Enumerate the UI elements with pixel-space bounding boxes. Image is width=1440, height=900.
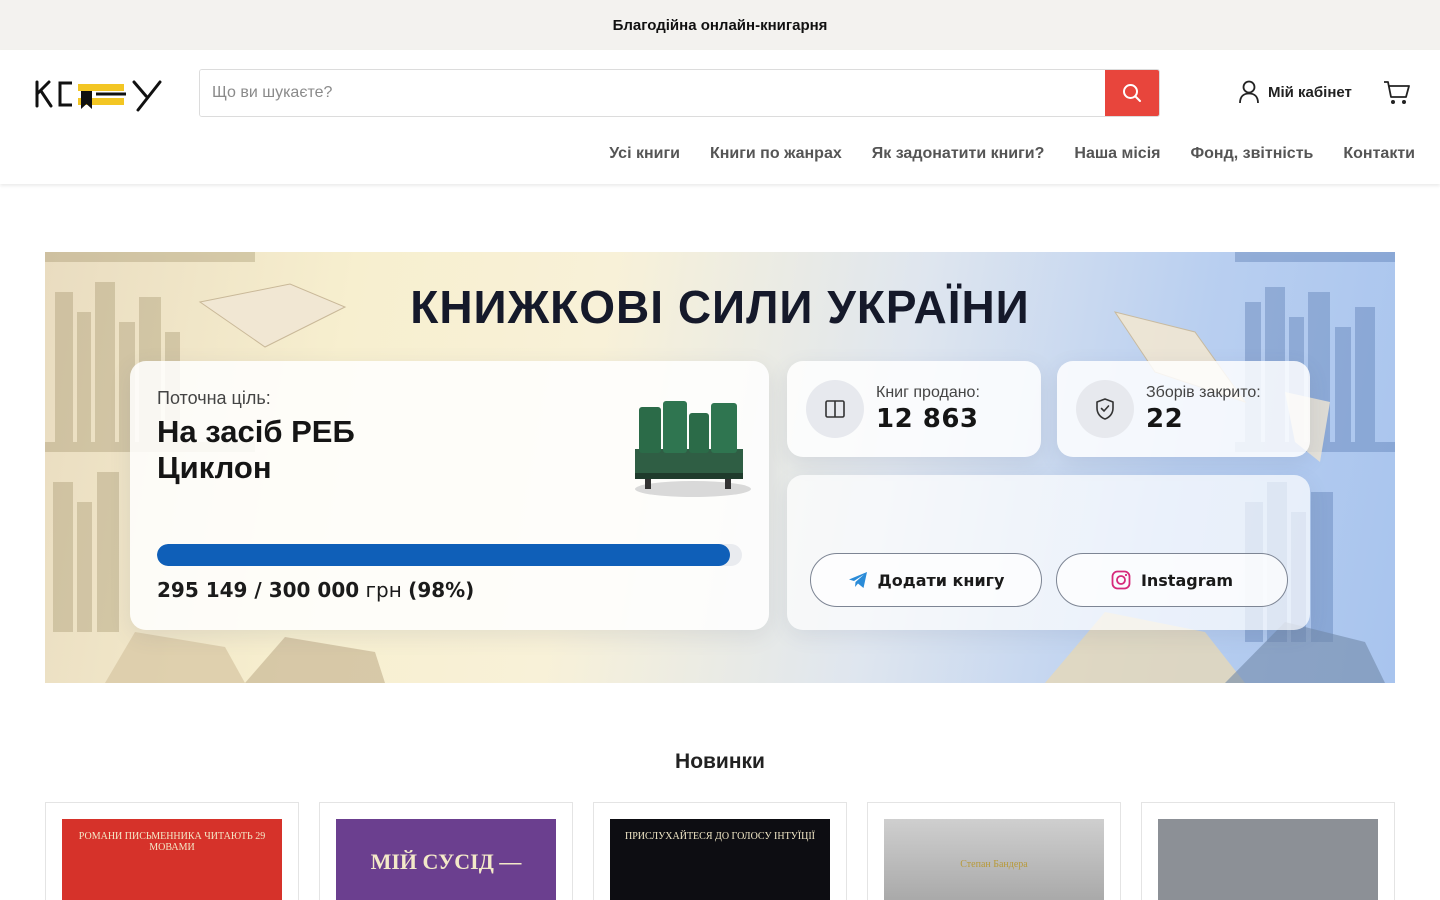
cover-text: Степан Бандера [960, 859, 1028, 870]
goal-raised: 295 149 [157, 578, 248, 602]
cart-button[interactable] [1383, 80, 1411, 111]
reb-device-image [635, 401, 751, 497]
collections-closed-card: Зборів закрито: 22 [1057, 361, 1310, 457]
product-grid: РОМАНИ ПИСЬМЕННИКА ЧИТАЮТЬ 29 МОВАМИ МІЙ … [45, 802, 1395, 900]
site-logo[interactable] [34, 74, 166, 114]
goal-progress-fill [157, 544, 731, 566]
main-nav: Усі книги Книги по жанрах Як задонатити … [609, 145, 1415, 163]
books-sold-card: Книг продано: 12 863 [787, 361, 1041, 457]
new-arrivals-title: Новинки [675, 750, 765, 773]
stat-value: 12 863 [876, 404, 979, 434]
nav-item-donate-books[interactable]: Як задонатити книги? [872, 145, 1045, 163]
account-label: Мій кабінет [1268, 83, 1352, 101]
stat-label: Книг продано: [876, 384, 980, 401]
nav-item-genres[interactable]: Книги по жанрах [710, 145, 842, 163]
site-header: Мій кабінет Усі книги Книги по жанрах Як… [0, 50, 1440, 184]
nav-item-fund-reports[interactable]: Фонд, звітність [1190, 145, 1313, 163]
book-cover-image: ПРИСЛУХАЙТЕСЯ ДО ГОЛОСУ ІНТУЇЦІЇ [610, 819, 830, 900]
product-card[interactable]: МІЙ СУСІД — [319, 802, 573, 900]
announcement-bar: Благодійна онлайн-книгарня [0, 0, 1440, 50]
book-cover-image [1158, 819, 1378, 900]
goal-target: 300 000 [268, 578, 360, 602]
search-bar [199, 69, 1160, 117]
user-icon [1239, 80, 1259, 104]
product-card[interactable]: РОМАНИ ПИСЬМЕННИКА ЧИТАЮТЬ 29 МОВАМИ [45, 802, 299, 900]
goal-label: Поточна ціль: [157, 388, 271, 408]
cart-icon [1384, 81, 1410, 104]
book-icon [806, 380, 864, 438]
current-goal-card: Поточна ціль: На засіб РЕБ Циклон 295 14… [130, 361, 769, 630]
hero-banner: КНИЖКОВІ СИЛИ УКРАЇНИ Поточна ціль: На з… [45, 252, 1395, 683]
book-cover-image: МІЙ СУСІД — [336, 819, 556, 900]
goal-name: На засіб РЕБ Циклон [157, 414, 355, 485]
add-book-label: Додати книгу [877, 570, 1005, 590]
goal-currency: грн [365, 578, 402, 602]
announcement-text: Благодійна онлайн-книгарня [612, 16, 828, 34]
shield-check-icon [1076, 380, 1134, 438]
account-link[interactable]: Мій кабінет [1238, 80, 1352, 104]
nav-item-all-books[interactable]: Усі книги [609, 145, 680, 163]
search-button[interactable] [1105, 70, 1159, 116]
instagram-label: Instagram [1140, 570, 1234, 590]
instagram-icon [1111, 570, 1131, 590]
book-cover-image: Степан Бандера [884, 819, 1104, 900]
product-card[interactable]: ПРИСЛУХАЙТЕСЯ ДО ГОЛОСУ ІНТУЇЦІЇ [593, 802, 847, 900]
product-card[interactable] [1141, 802, 1395, 900]
nav-item-mission[interactable]: Наша місія [1074, 145, 1160, 163]
goal-percent: (98%) [408, 578, 475, 602]
product-card[interactable]: Степан Бандера [867, 802, 1121, 900]
instagram-button[interactable]: Instagram [1056, 553, 1288, 607]
cover-text: РОМАНИ ПИСЬМЕННИКА ЧИТАЮТЬ 29 МОВАМИ [78, 831, 266, 853]
cover-text: ПРИСЛУХАЙТЕСЯ ДО ГОЛОСУ ІНТУЇЦІЇ [624, 831, 815, 842]
nav-item-contacts[interactable]: Контакти [1343, 145, 1415, 163]
search-input[interactable] [200, 70, 1105, 116]
hero-title: КНИЖКОВІ СИЛИ УКРАЇНИ [410, 281, 1030, 333]
goal-amount: 295 149 / 300 000 грн (98%) [157, 578, 475, 602]
action-card: Додати книгу Instagram [787, 475, 1310, 630]
goal-progress-bar [157, 544, 742, 566]
search-icon [1123, 84, 1141, 102]
stat-value: 22 [1146, 404, 1184, 434]
cover-text: МІЙ СУСІД — [370, 849, 522, 874]
add-book-button[interactable]: Додати книгу [810, 553, 1042, 607]
stat-label: Зборів закрито: [1146, 384, 1261, 401]
book-cover-image: РОМАНИ ПИСЬМЕННИКА ЧИТАЮТЬ 29 МОВАМИ [62, 819, 282, 900]
telegram-icon [848, 572, 867, 588]
